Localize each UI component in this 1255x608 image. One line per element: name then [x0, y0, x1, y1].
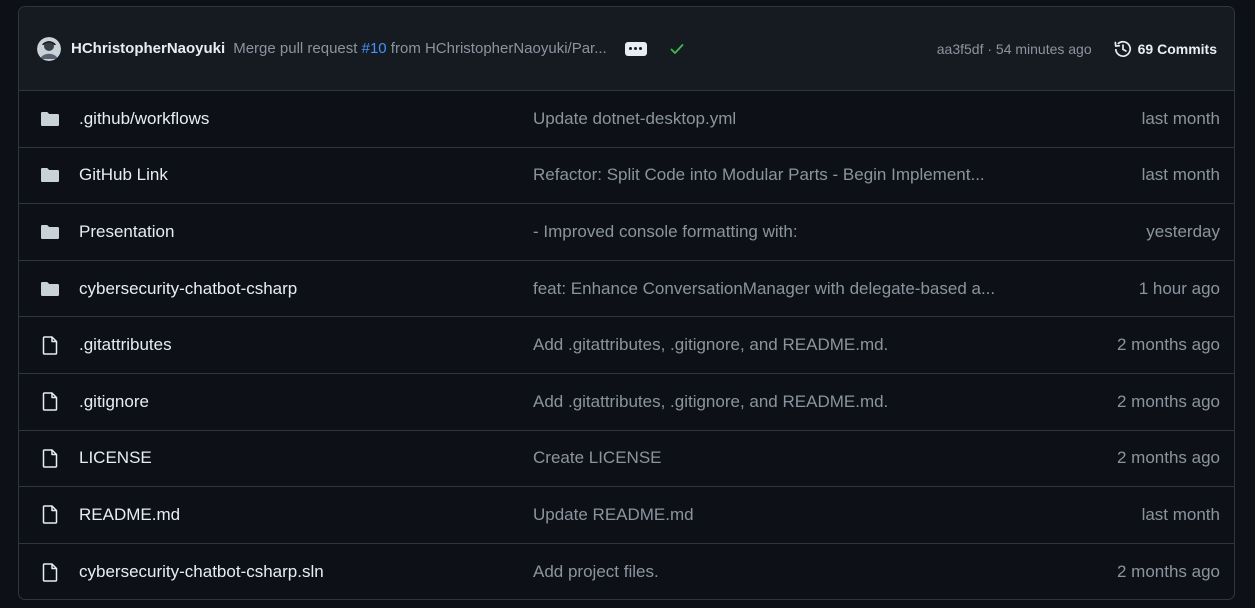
- latest-commit-bar: HChristopherNaoyuki Merge pull request #…: [19, 7, 1234, 91]
- commit-date: 2 months ago: [1116, 562, 1220, 582]
- file-rows: .github/workflows Update dotnet-desktop.y…: [19, 91, 1234, 599]
- commit-date: 1 hour ago: [1138, 278, 1220, 298]
- history-icon: [1114, 40, 1131, 57]
- file-name-link[interactable]: .github/workflows: [79, 109, 209, 129]
- file-name-link[interactable]: GitHub Link: [79, 165, 168, 185]
- file-row[interactable]: README.md Update README.md last month: [19, 487, 1234, 544]
- commit-message: Merge pull request #10 from HChristopher…: [233, 40, 607, 57]
- commit-message-link[interactable]: - Improved console formatting with:: [533, 222, 798, 242]
- file-name-link[interactable]: cybersecurity-chatbot-csharp.sln: [79, 562, 324, 582]
- folder-icon: [40, 166, 60, 184]
- file-icon: [40, 505, 60, 525]
- check-icon[interactable]: [669, 41, 685, 57]
- file-row[interactable]: LICENSE Create LICENSE 2 months ago: [19, 431, 1234, 488]
- commit-date: last month: [1141, 504, 1220, 524]
- folder-icon: [40, 280, 60, 298]
- file-row[interactable]: GitHub Link Refactor: Split Code into Mod…: [19, 148, 1234, 205]
- file-icon: [40, 449, 60, 468]
- commit-message-suffix[interactable]: from HChristopherNaoyuki/Par...: [387, 40, 607, 57]
- commit-message-link[interactable]: Update README.md: [533, 505, 694, 525]
- file-icon: [40, 335, 60, 355]
- file-name-link[interactable]: LICENSE: [79, 448, 152, 468]
- folder-icon: [40, 110, 60, 128]
- file-name-link[interactable]: .gitignore: [79, 392, 149, 412]
- file-row[interactable]: .gitattributes Add .gitattributes, .gitig…: [19, 317, 1234, 374]
- commit-author[interactable]: HChristopherNaoyuki: [71, 40, 225, 57]
- commit-date: 2 months ago: [1116, 391, 1220, 411]
- commit-message-link[interactable]: Add project files.: [533, 562, 659, 582]
- avatar[interactable]: [37, 36, 61, 61]
- commit-message-link[interactable]: feat: Enhance ConversationManager with d…: [533, 279, 995, 299]
- file-row[interactable]: cybersecurity-chatbot-csharp.sln Add proj…: [19, 544, 1234, 599]
- commit-message-link[interactable]: Update dotnet-desktop.yml: [533, 109, 736, 129]
- commit-date: last month: [1141, 165, 1220, 185]
- commit-message-link[interactable]: Add .gitattributes, .gitignore, and READ…: [533, 335, 888, 355]
- commit-date: 2 months ago: [1116, 335, 1220, 355]
- commit-sha-time[interactable]: aa3f5df · 54 minutes ago: [937, 41, 1092, 57]
- file-name-link[interactable]: cybersecurity-chatbot-csharp: [79, 279, 297, 299]
- commits-count: 69 Commits: [1137, 40, 1217, 57]
- commit-date: yesterday: [1146, 221, 1220, 241]
- file-icon: [40, 392, 60, 412]
- commit-message-link[interactable]: Refactor: Split Code into Modular Parts …: [533, 165, 985, 185]
- folder-icon: [40, 223, 60, 241]
- commit-message-link[interactable]: Add .gitattributes, .gitignore, and READ…: [533, 392, 888, 412]
- commit-message-link[interactable]: Create LICENSE: [533, 448, 662, 468]
- file-row[interactable]: .github/workflows Update dotnet-desktop.y…: [19, 91, 1234, 148]
- commit-message-prefix[interactable]: Merge pull request: [233, 40, 361, 57]
- pull-request-link[interactable]: #10: [362, 40, 387, 57]
- file-icon: [40, 562, 60, 582]
- file-name-link[interactable]: README.md: [79, 505, 180, 525]
- file-list-panel: HChristopherNaoyuki Merge pull request #…: [18, 6, 1235, 600]
- commits-link[interactable]: 69 Commits: [1114, 40, 1217, 58]
- file-row[interactable]: Presentation - Improved console formattin…: [19, 204, 1234, 261]
- file-row[interactable]: .gitignore Add .gitattributes, .gitignore…: [19, 374, 1234, 431]
- expand-message-button[interactable]: [624, 41, 647, 56]
- file-row[interactable]: cybersecurity-chatbot-csharp feat: Enhanc…: [19, 261, 1234, 318]
- file-name-link[interactable]: .gitattributes: [79, 335, 172, 355]
- file-name-link[interactable]: Presentation: [79, 222, 174, 242]
- commit-date: 2 months ago: [1116, 448, 1220, 468]
- commit-date: last month: [1141, 108, 1220, 128]
